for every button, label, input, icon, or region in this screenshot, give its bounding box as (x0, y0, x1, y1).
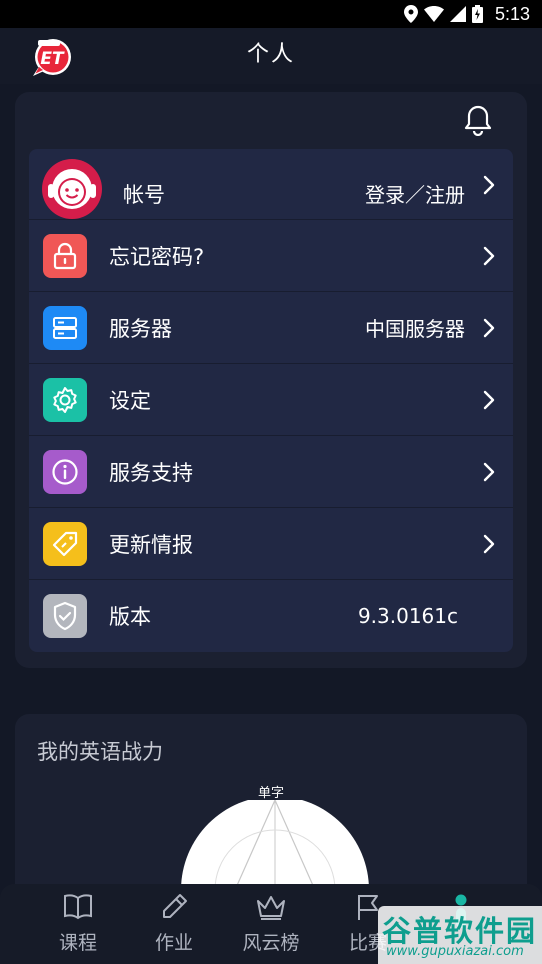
menu-row-support[interactable]: 服务支持 (29, 436, 513, 508)
battery-icon (471, 5, 483, 23)
bell-icon[interactable] (463, 104, 493, 136)
account-card: 帐号 登录／注册 忘记密码? 服务器 中国服务器 设定 服务支持 更新情报 版本… (15, 92, 527, 668)
chevron-right-icon (483, 175, 495, 195)
nav-tab-homework[interactable]: 作业 (124, 892, 224, 955)
radar-chart (181, 800, 369, 890)
app-header: ET 个人 (0, 28, 542, 84)
menu-label-forgot-password: 忘记密码? (109, 244, 205, 269)
nav-tab-leaderboard[interactable]: 风云榜 (221, 892, 321, 955)
menu-value-server: 中国服务器 (365, 317, 465, 341)
chevron-right-icon (483, 390, 495, 410)
menu-label-settings: 设定 (109, 388, 151, 413)
chevron-right-icon (483, 462, 495, 482)
nav-tab-courses[interactable]: 课程 (28, 892, 128, 955)
pencil-icon (163, 894, 187, 918)
server-icon (43, 306, 87, 350)
info-icon (43, 450, 87, 494)
chevron-right-icon (483, 534, 495, 554)
watermark: 谷普软件园 www.gupuxiazai.com (378, 906, 542, 964)
menu-value-version: 9.3.0161c (357, 604, 458, 628)
nav-label-homework: 作业 (154, 932, 193, 954)
menu-label-version: 版本 (109, 605, 151, 629)
menu-row-settings[interactable]: 设定 (29, 364, 513, 436)
crown-icon (257, 896, 285, 920)
power-title: 我的英语战力 (37, 740, 163, 764)
lock-icon (43, 234, 87, 278)
menu-row-forgot-password[interactable]: 忘记密码? (29, 220, 513, 292)
menu-row-account[interactable]: 帐号 登录／注册 (29, 149, 513, 220)
menu-label-support: 服务支持 (109, 460, 193, 485)
menu-label-account: 帐号 (123, 183, 165, 207)
menu-row-server[interactable]: 服务器 中国服务器 (29, 292, 513, 364)
book-icon (64, 894, 92, 920)
location-icon (403, 5, 418, 23)
status-time: 5:13 (494, 3, 530, 24)
menu-value-account: 登录／注册 (365, 183, 465, 207)
nav-label-courses: 课程 (58, 932, 97, 954)
radar-label-vocabulary: 单字 (257, 786, 284, 801)
gear-icon (43, 378, 87, 422)
user-avatar-icon (42, 159, 102, 219)
chevron-right-icon (483, 318, 495, 338)
watermark-url: www.gupuxiazai.com (386, 944, 524, 959)
chevron-right-icon (483, 246, 495, 266)
menu-label-updates: 更新情报 (109, 532, 193, 557)
menu-row-version: 版本 9.3.0161c (29, 580, 513, 652)
nav-label-leaderboard: 风云榜 (242, 932, 300, 954)
status-bar: 5:13 (0, 0, 542, 28)
signal-icon (449, 6, 466, 22)
menu-row-updates[interactable]: 更新情报 (29, 508, 513, 580)
tag-icon (43, 522, 87, 566)
shield-check-icon (43, 594, 87, 638)
page-title: 个人 (246, 42, 295, 67)
wifi-icon (423, 6, 444, 22)
settings-menu: 帐号 登录／注册 忘记密码? 服务器 中国服务器 设定 服务支持 更新情报 版本… (29, 149, 513, 652)
menu-label-server: 服务器 (109, 316, 172, 341)
